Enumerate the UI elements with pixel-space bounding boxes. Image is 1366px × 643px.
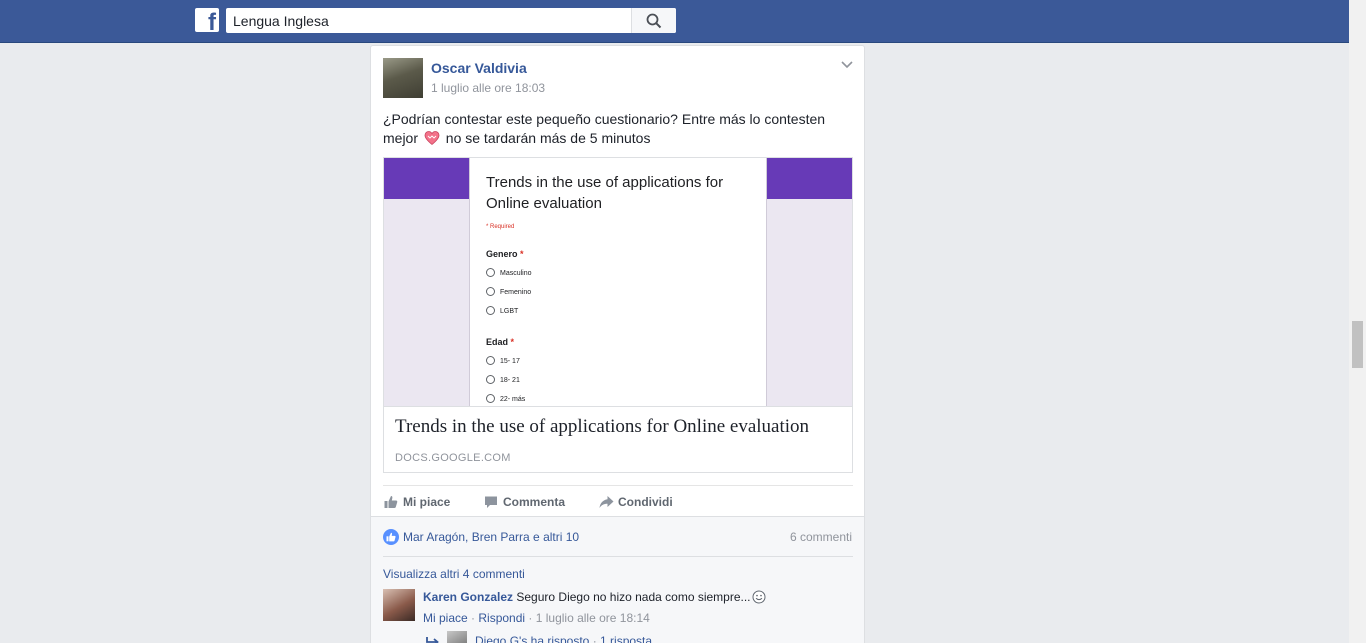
post-author-name[interactable]: Oscar Valdivia xyxy=(431,60,527,76)
heart-emoji-icon xyxy=(424,131,440,146)
comment-button-label: Commenta xyxy=(503,495,566,509)
comment-button[interactable]: Commenta xyxy=(484,493,574,511)
comment-meta: Mi piace · Rispondi · 1 luglio alle ore … xyxy=(423,611,650,625)
commenter-name[interactable]: Karen Gonzalez xyxy=(423,590,513,604)
like-button[interactable]: Mi piace xyxy=(384,493,456,511)
form-option: Femenino xyxy=(486,287,531,299)
post-card: Oscar Valdivia 1 luglio alle ore 18:03 ¿… xyxy=(370,45,865,643)
form-option: Masculino xyxy=(486,268,532,280)
post-footer: Mar Aragón, Bren Parra e altri 10 6 comm… xyxy=(371,516,864,643)
facebook-logo-icon[interactable]: f xyxy=(195,8,219,36)
form-question-label: Edad * xyxy=(486,337,515,347)
post-text: ¿Podrían contestar este pequeño cuestion… xyxy=(383,110,853,148)
comment-reply-link[interactable]: Rispondi xyxy=(478,611,525,625)
radio-button-icon xyxy=(486,394,495,403)
search-input[interactable] xyxy=(226,8,631,33)
comment-bubble-icon xyxy=(485,496,497,508)
like-reaction-icon xyxy=(383,529,399,545)
post-timestamp[interactable]: 1 luglio alle ore 18:03 xyxy=(431,81,545,95)
top-navigation-bar: f xyxy=(0,0,1349,43)
comment-body: Karen Gonzalez Seguro Diego no hizo nada… xyxy=(423,589,766,605)
footer-divider xyxy=(383,556,853,557)
comment-like-link[interactable]: Mi piace xyxy=(423,611,468,625)
search-icon xyxy=(646,13,662,29)
radio-button-icon xyxy=(486,356,495,365)
radio-button-icon xyxy=(486,268,495,277)
smiley-emoji-icon xyxy=(752,590,766,604)
actions-divider xyxy=(383,485,853,486)
commenter-avatar[interactable] xyxy=(383,589,415,621)
radio-button-icon xyxy=(486,375,495,384)
share-button[interactable]: Condividi xyxy=(599,493,679,511)
attachment-domain: DOCS.GOOGLE.COM xyxy=(395,452,511,464)
form-option: 15- 17 xyxy=(486,356,520,368)
radio-button-icon xyxy=(486,306,495,315)
facebook-logo-letter: f xyxy=(208,9,216,36)
scrollbar-thumb[interactable] xyxy=(1352,321,1363,368)
form-option: LGBT xyxy=(486,306,518,318)
comment-timestamp[interactable]: 1 luglio alle ore 18:14 xyxy=(536,611,650,625)
like-button-label: Mi piace xyxy=(403,495,451,509)
thumbs-up-icon xyxy=(384,496,398,508)
link-attachment[interactable]: Trends in the use of applications for On… xyxy=(383,157,853,473)
attachment-divider xyxy=(384,406,852,407)
share-button-label: Condividi xyxy=(618,495,673,509)
page-scrollbar[interactable] xyxy=(1349,0,1366,643)
form-option: 22- más xyxy=(486,394,525,406)
share-arrow-icon xyxy=(599,496,614,508)
radio-button-icon xyxy=(486,287,495,296)
form-required-note: * Required xyxy=(486,224,515,230)
attachment-title[interactable]: Trends in the use of applications for On… xyxy=(395,416,809,438)
form-title: Trends in the use of applications for On… xyxy=(486,174,724,212)
replier-avatar[interactable] xyxy=(447,631,467,643)
reaction-likers[interactable]: Mar Aragón, Bren Parra e altri 10 xyxy=(403,529,579,545)
reply-arrow-icon xyxy=(426,637,439,643)
search-button[interactable] xyxy=(631,8,676,33)
form-question-label: Genero * xyxy=(486,249,524,259)
attachment-preview-image: Trends in the use of applications for On… xyxy=(384,158,852,406)
author-avatar[interactable] xyxy=(383,58,423,98)
form-option: 18- 21 xyxy=(486,375,520,387)
post-options-chevron-icon[interactable] xyxy=(841,60,853,70)
view-more-comments-link[interactable]: Visualizza altri 4 commenti xyxy=(383,567,525,581)
post-text-part2: no se tardarán más de 5 minutos xyxy=(445,130,651,146)
reply-summary-link[interactable]: Diego G's ha risposto · 1 risposta xyxy=(475,633,652,643)
search-box xyxy=(226,8,676,33)
form-preview-paper: Trends in the use of applications for On… xyxy=(469,158,767,406)
comment-text: Seguro Diego no hizo nada como siempre..… xyxy=(516,590,751,604)
comment-count[interactable]: 6 commenti xyxy=(790,529,852,545)
